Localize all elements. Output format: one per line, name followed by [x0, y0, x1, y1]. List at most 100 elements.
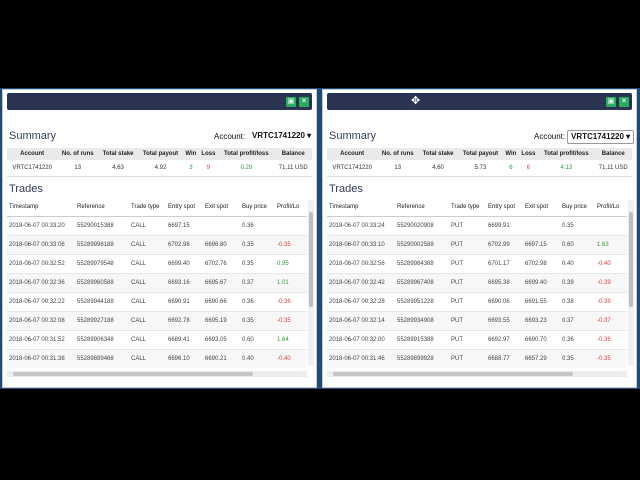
summary-cell: 5.73 — [457, 160, 504, 177]
summary-cell: 0.29 — [218, 160, 275, 177]
table-cell: 6693.05 — [203, 330, 240, 350]
scroll-thumb[interactable] — [629, 212, 633, 307]
panel-titlebar[interactable]: ▣ ✕ — [7, 93, 312, 110]
table-row[interactable]: 2018-06-07 00:32:42 55289967408 PUT 6695.38… — [327, 273, 627, 293]
table-cell: PUT — [449, 235, 486, 255]
table-cell: 6702.98 — [166, 235, 203, 255]
table-row[interactable]: 2018-06-07 00:32:56 55289984368 PUT 6701.17… — [327, 254, 627, 274]
table-row[interactable]: 2018-06-07 00:31:38 55289889468 CALL 6696.1… — [7, 349, 307, 368]
trades-header[interactable]: Profit/Lo — [595, 198, 627, 217]
table-row[interactable]: 2018-06-07 00:31:52 55289906348 CALL 6689.4… — [7, 330, 307, 350]
table-cell: 55289984368 — [395, 254, 449, 274]
summary-row: VRTC1741220 13 4.63 4.92 3 9 0.29 71,11 … — [7, 160, 312, 177]
table-cell: 0.39 — [560, 273, 595, 293]
table-cell: 1.64 — [275, 330, 307, 350]
trades-header[interactable]: Buy price — [240, 198, 275, 217]
scroll-thumb[interactable] — [309, 212, 313, 307]
table-cell: 6690.91 — [166, 292, 203, 312]
table-row[interactable]: 2018-06-07 00:33:20 55290015388 CALL 6697.1… — [7, 216, 307, 236]
trades-header[interactable]: Profit/Lo — [275, 198, 307, 217]
summary-cell: 13 — [377, 160, 419, 177]
trades-header[interactable]: Entry spot — [486, 198, 523, 217]
table-cell: 0.35 — [240, 311, 275, 331]
table-cell: 6692.97 — [486, 330, 523, 350]
table-cell: 6688.77 — [486, 349, 523, 368]
summary-header: No. of runs — [57, 148, 99, 160]
summary-header: Win — [183, 148, 199, 160]
summary-header: Balance — [594, 148, 632, 160]
table-cell: 2018-06-07 00:31:52 — [7, 330, 75, 350]
table-cell: 6690.21 — [203, 349, 240, 368]
save-icon[interactable]: ▣ — [286, 97, 296, 107]
table-cell: CALL — [129, 330, 166, 350]
trades-header[interactable]: Exit spot — [203, 198, 240, 217]
summary-header: Loss — [518, 148, 539, 160]
close-icon[interactable]: ✕ — [619, 97, 629, 107]
table-cell: CALL — [129, 254, 166, 274]
table-cell: CALL — [129, 273, 166, 293]
summary-cell: 71,11 USD — [594, 160, 632, 177]
table-row[interactable]: 2018-06-07 00:33:06 55289998188 CALL 6702.9… — [7, 235, 307, 255]
table-row[interactable]: 2018-06-07 00:32:14 55289934908 PUT 6693.55… — [327, 311, 627, 331]
close-icon[interactable]: ✕ — [299, 97, 309, 107]
table-cell: 6657.29 — [523, 349, 560, 368]
table-row[interactable]: 2018-06-07 00:32:08 55289927188 CALL 6692.7… — [7, 311, 307, 331]
summary-header: Total profit/loss — [538, 148, 595, 160]
table-cell: 0.36 — [560, 330, 595, 350]
horizontal-scrollbar[interactable] — [327, 371, 627, 377]
table-cell: 55289944188 — [75, 292, 129, 312]
trades-table-container: Timestamp Reference Trade type Entry spo… — [7, 198, 307, 368]
table-row[interactable]: 2018-06-07 00:32:28 55289951228 PUT 6690.06… — [327, 292, 627, 312]
table-cell: 55289927188 — [75, 311, 129, 331]
trades-header[interactable]: Buy price — [560, 198, 595, 217]
table-cell: 0.36 — [240, 216, 275, 236]
vertical-scrollbar[interactable] — [308, 200, 314, 365]
panel-titlebar[interactable]: ✥ ▣ ✕ — [327, 93, 632, 110]
table-row[interactable]: 2018-06-07 00:32:36 55289960588 CALL 6693.1… — [7, 273, 307, 293]
table-cell: 0.35 — [560, 349, 595, 368]
table-row[interactable]: 2018-06-07 00:31:46 55289899928 PUT 6688.77… — [327, 349, 627, 368]
summary-header: Account — [7, 148, 58, 160]
table-cell: 55289899928 — [395, 349, 449, 368]
table-cell: 6693.23 — [523, 311, 560, 331]
table-cell: 2018-06-07 00:32:00 — [327, 330, 395, 350]
summary-cell: 6 — [503, 160, 519, 177]
trades-header[interactable]: Trade type — [129, 198, 166, 217]
trades-header[interactable]: Reference — [75, 198, 129, 217]
summary-header: Total stake — [98, 148, 138, 160]
table-row[interactable]: 2018-06-07 00:33:24 55290020908 PUT 6699.91… — [327, 216, 627, 236]
table-row[interactable]: 2018-06-07 00:33:10 55290002588 PUT 6702.99… — [327, 235, 627, 255]
table-row[interactable]: 2018-06-07 00:32:52 55289979548 CALL 6699.4… — [7, 254, 307, 274]
table-cell: 2018-06-07 00:32:36 — [7, 273, 75, 293]
table-cell: 2018-06-07 00:33:06 — [7, 235, 75, 255]
summary-cell: 9 — [198, 160, 219, 177]
scroll-thumb[interactable] — [333, 372, 573, 376]
save-icon[interactable]: ▣ — [606, 97, 616, 107]
scroll-thumb[interactable] — [13, 372, 253, 376]
table-cell: PUT — [449, 216, 486, 236]
table-cell: 55289915388 — [395, 330, 449, 350]
table-row[interactable]: 2018-06-07 00:32:00 55289915388 PUT 6692.97… — [327, 330, 627, 350]
table-row[interactable]: 2018-06-07 00:32:22 55289944188 CALL 6690.9… — [7, 292, 307, 312]
account-select[interactable]: VRTC1741220 ▾ — [567, 130, 635, 144]
summary-cell: 4.63 — [98, 160, 138, 177]
table-cell: 2018-06-07 00:33:24 — [327, 216, 395, 236]
trades-header[interactable]: Exit spot — [523, 198, 560, 217]
trades-header[interactable]: Trade type — [449, 198, 486, 217]
table-cell: 6696.10 — [166, 349, 203, 368]
account-select[interactable]: VRTC1741220 ▾ — [249, 130, 314, 142]
table-cell: 55289906348 — [75, 330, 129, 350]
summary-header: Balance — [274, 148, 312, 160]
trades-header[interactable]: Entry spot — [166, 198, 203, 217]
trade-panel-left: ▣ ✕ Summary Account: VRTC1741220 ▾ Accou… — [2, 89, 317, 388]
table-cell: -0.37 — [595, 311, 627, 331]
vertical-scrollbar[interactable] — [628, 200, 634, 365]
horizontal-scrollbar[interactable] — [7, 371, 307, 377]
summary-header: Total profit/loss — [218, 148, 275, 160]
table-cell: PUT — [449, 330, 486, 350]
trades-header[interactable]: Timestamp — [327, 198, 395, 217]
trades-header[interactable]: Reference — [395, 198, 449, 217]
table-cell: 0.60 — [240, 330, 275, 350]
trades-header[interactable]: Timestamp — [7, 198, 75, 217]
summary-header: Total payout — [137, 148, 184, 160]
